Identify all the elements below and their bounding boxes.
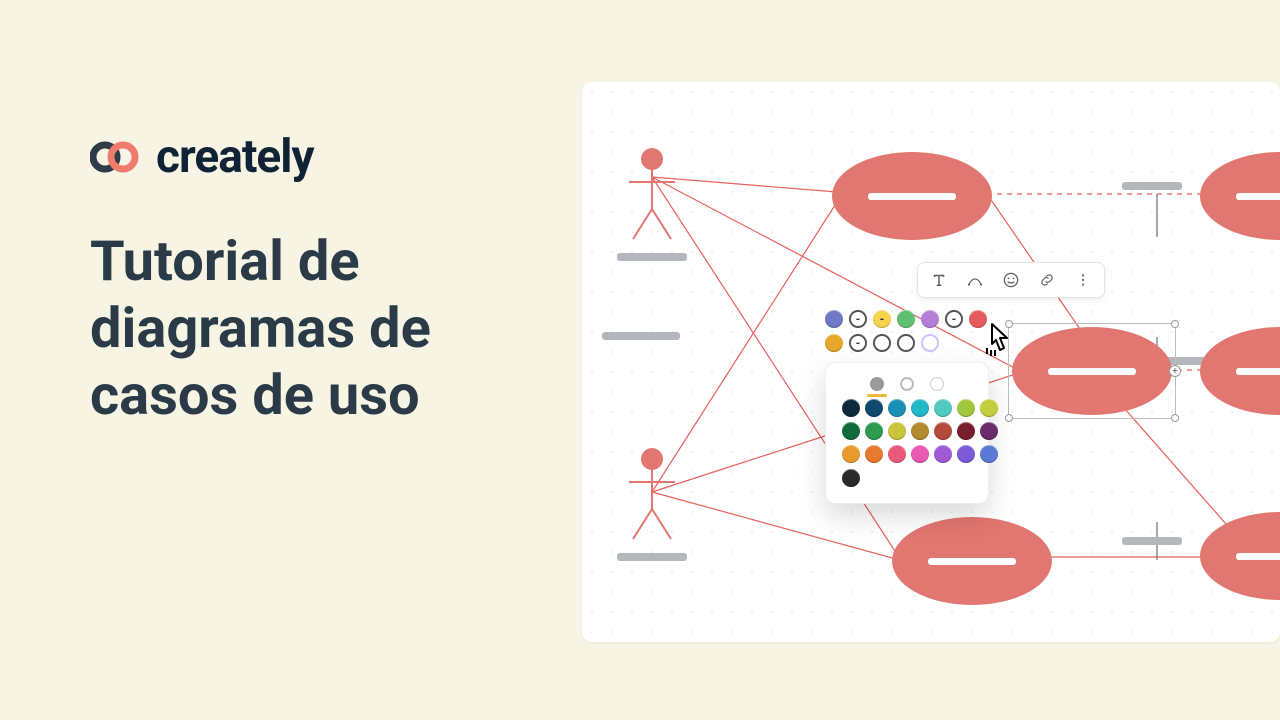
palette-color-swatch[interactable]: [865, 399, 883, 417]
quick-color-swatch[interactable]: [873, 334, 891, 352]
palette-color-swatch[interactable]: [934, 422, 952, 440]
quick-color-swatch[interactable]: [873, 310, 891, 328]
brand-logo: creately: [90, 130, 314, 184]
shape-label: [1122, 182, 1182, 190]
palette-color-swatch[interactable]: [980, 445, 998, 463]
actor-label: [617, 253, 687, 261]
text-tab-icon[interactable]: [930, 377, 944, 391]
palette-color-swatch[interactable]: [865, 445, 883, 463]
resize-handle[interactable]: [1171, 320, 1179, 328]
shape-mini-toolbar: [917, 262, 1105, 298]
actor-shape[interactable]: [617, 447, 687, 561]
palette-color-swatch[interactable]: [888, 445, 906, 463]
palette-color-swatch[interactable]: [980, 422, 998, 440]
usecase-shape[interactable]: [832, 152, 992, 240]
palette-color-swatch[interactable]: [980, 399, 998, 417]
more-tool-icon[interactable]: [1072, 269, 1094, 291]
resize-handle[interactable]: [1005, 320, 1013, 328]
quick-color-swatch[interactable]: [897, 334, 915, 352]
link-tool-icon[interactable]: [1036, 269, 1058, 291]
page-title: Tutorial de diagramas de casos de uso: [90, 228, 550, 430]
palette-color-swatch[interactable]: [957, 445, 975, 463]
palette-color-swatch[interactable]: [934, 445, 952, 463]
resize-handle[interactable]: [1005, 414, 1013, 422]
selection-box[interactable]: +: [1008, 323, 1176, 419]
resize-handle[interactable]: [1171, 414, 1179, 422]
palette-color-swatch[interactable]: [911, 445, 929, 463]
actor-shape[interactable]: [617, 147, 687, 261]
palette-color-swatch[interactable]: [957, 399, 975, 417]
text-tool-icon[interactable]: [928, 269, 950, 291]
shape-label: [1122, 537, 1182, 545]
quick-color-swatch[interactable]: [921, 310, 939, 328]
palette-color-swatch[interactable]: [957, 422, 975, 440]
actor-label: [617, 553, 687, 561]
quick-color-swatch[interactable]: [849, 310, 867, 328]
palette-color-swatch[interactable]: [865, 422, 883, 440]
quick-color-swatch[interactable]: [825, 334, 843, 352]
palette-color-swatch[interactable]: [934, 399, 952, 417]
palette-color-swatch[interactable]: [911, 422, 929, 440]
quick-color-swatch[interactable]: [825, 310, 843, 328]
color-swatch-extra[interactable]: [842, 469, 860, 487]
palette-color-swatch[interactable]: [911, 399, 929, 417]
quick-color-row-1: [825, 310, 987, 328]
palette-color-swatch[interactable]: [888, 422, 906, 440]
brand-wordmark: creately: [156, 130, 314, 184]
quick-color-swatch[interactable]: [849, 334, 867, 352]
connector-tool-icon[interactable]: [964, 269, 986, 291]
usecase-shape[interactable]: [892, 517, 1052, 605]
palette-color-swatch[interactable]: [842, 445, 860, 463]
shape-tool-icon[interactable]: [1000, 269, 1022, 291]
fill-tab-icon[interactable]: [870, 377, 884, 391]
palette-color-swatch[interactable]: [842, 422, 860, 440]
quick-color-row-2: [825, 334, 939, 352]
quick-color-swatch[interactable]: [945, 310, 963, 328]
diagram-canvas[interactable]: +: [582, 82, 1280, 642]
stroke-tab-icon[interactable]: [900, 377, 914, 391]
color-picker-panel: [825, 362, 989, 504]
brand-mark-icon: [90, 140, 142, 174]
quick-color-swatch[interactable]: [921, 334, 939, 352]
connect-handle[interactable]: +: [1169, 365, 1181, 377]
quick-color-swatch[interactable]: [897, 310, 915, 328]
color-panel-tabs: [842, 377, 972, 391]
palette-color-swatch[interactable]: [888, 399, 906, 417]
color-palette: [842, 399, 972, 463]
palette-color-swatch[interactable]: [842, 399, 860, 417]
quick-color-swatch[interactable]: [969, 310, 987, 328]
shape-label: [602, 332, 680, 340]
